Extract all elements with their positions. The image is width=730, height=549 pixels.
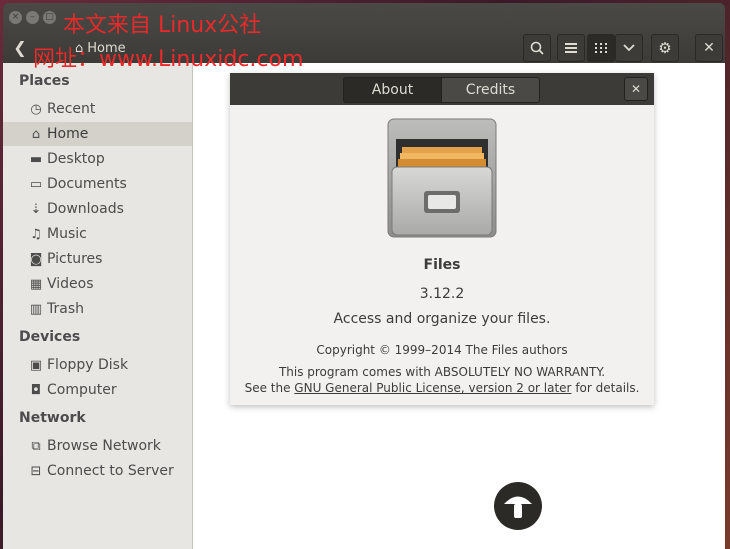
- sidebar-item-label: Desktop: [47, 151, 105, 167]
- warranty-text: This program comes with ABSOLUTELY NO WA…: [278, 365, 606, 379]
- sidebar-item-downloads[interactable]: ⇣ Downloads: [3, 197, 192, 221]
- tab-credits[interactable]: Credits: [441, 77, 540, 103]
- license-link[interactable]: GNU General Public License, version 2 or…: [294, 381, 571, 395]
- view-options-button[interactable]: [615, 34, 643, 62]
- section-title-places: Places: [19, 73, 70, 89]
- close-icon: ✕: [630, 82, 642, 96]
- folder-icon: ▬: [29, 151, 43, 167]
- mushroom-logo-icon: [494, 482, 542, 530]
- app-name: Files: [423, 257, 461, 273]
- close-button[interactable]: ✕: [695, 34, 723, 62]
- file-cabinet-icon: [387, 118, 497, 238]
- close-window-icon[interactable]: ×: [9, 11, 22, 24]
- drive-icon: ◘: [30, 382, 42, 398]
- grid-view-icon: [595, 43, 607, 53]
- watermark-line-2: 网址：www.Linuxidc.com: [33, 47, 304, 72]
- section-title-devices: Devices: [19, 329, 81, 345]
- search-button[interactable]: [523, 34, 551, 62]
- sidebar-item-label: Computer: [47, 382, 117, 398]
- window-controls: × – □: [9, 11, 56, 24]
- network-icon: ⧉: [31, 438, 41, 454]
- sidebar-item-browse-network[interactable]: ⧉ Browse Network: [3, 434, 192, 458]
- sidebar-item-computer[interactable]: ◘ Computer: [3, 378, 192, 402]
- sidebar-item-pictures[interactable]: ◙ Pictures: [3, 247, 192, 271]
- download-icon: ⇣: [30, 201, 42, 217]
- trash-icon: ▥: [29, 301, 43, 317]
- app-description: Access and organize your files.: [333, 311, 551, 327]
- grid-view-button[interactable]: [587, 34, 615, 62]
- sidebar-item-label: Documents: [47, 176, 127, 192]
- settings-button[interactable]: ⚙: [651, 34, 679, 62]
- sidebar-item-label: Pictures: [47, 251, 103, 267]
- floppy-icon: ▣: [29, 357, 43, 373]
- sidebar-item-label: Home: [47, 126, 89, 142]
- list-view-icon: [565, 43, 577, 53]
- license-suffix: for details.: [571, 381, 640, 395]
- tab-about[interactable]: About: [343, 77, 442, 103]
- minimize-window-icon[interactable]: –: [26, 11, 39, 24]
- dialog-close-button[interactable]: ✕: [624, 77, 648, 101]
- search-icon: [530, 41, 544, 55]
- sidebar-item-label: Connect to Server: [47, 463, 174, 479]
- sidebar-item-videos[interactable]: ▦ Videos: [3, 272, 192, 296]
- gear-icon: ⚙: [658, 39, 672, 57]
- brand-url: www.heiqu.com: [568, 520, 685, 535]
- sidebar-item-label: Videos: [47, 276, 94, 292]
- sidebar: Places ◷ Recent ⌂ Home ▬ Desktop ▭ Docum…: [3, 63, 193, 549]
- files-window: × – □ ❮ ⌂ Home ⚙ ✕ Places ◷ Recent ⌂ Hom…: [3, 3, 725, 549]
- sidebar-item-label: Recent: [47, 101, 96, 117]
- back-button[interactable]: ❮: [11, 37, 29, 59]
- sidebar-item-floppy[interactable]: ▣ Floppy Disk: [3, 353, 192, 377]
- sidebar-item-home[interactable]: ⌂ Home: [3, 122, 192, 146]
- sidebar-item-documents[interactable]: ▭ Documents: [3, 172, 192, 196]
- about-dialog: About Credits ✕ Files 3.12.2 Access and …: [230, 73, 654, 405]
- section-title-network: Network: [19, 410, 86, 426]
- documents-icon: ▭: [29, 176, 43, 192]
- license-prefix: See the: [244, 381, 295, 395]
- sidebar-item-music[interactable]: ♫ Music: [3, 222, 192, 246]
- close-icon: ✕: [703, 40, 715, 56]
- license-line: See the GNU General Public License, vers…: [230, 381, 654, 395]
- film-icon: ▦: [29, 276, 43, 292]
- sidebar-item-recent[interactable]: ◷ Recent: [3, 97, 192, 121]
- sidebar-item-connect-server[interactable]: ⊟ Connect to Server: [3, 459, 192, 483]
- chevron-down-icon: [623, 44, 635, 52]
- sidebar-item-label: Downloads: [47, 201, 124, 217]
- maximize-window-icon[interactable]: □: [43, 11, 56, 24]
- app-version: 3.12.2: [419, 286, 465, 302]
- brand-name: 黑区网络: [546, 486, 674, 521]
- music-icon: ♫: [30, 226, 42, 242]
- sidebar-item-label: Browse Network: [47, 438, 161, 454]
- camera-icon: ◙: [29, 251, 43, 267]
- home-icon: ⌂: [31, 126, 41, 142]
- sidebar-item-label: Trash: [47, 301, 84, 317]
- copyright-text: Copyright © 1999–2014 The Files authors: [316, 343, 568, 357]
- clock-icon: ◷: [30, 101, 42, 117]
- server-icon: ⊟: [30, 463, 42, 479]
- sidebar-item-trash[interactable]: ▥ Trash: [3, 297, 192, 321]
- sidebar-item-label: Music: [47, 226, 87, 242]
- list-view-button[interactable]: [557, 34, 585, 62]
- dialog-header: About Credits ✕: [230, 73, 654, 105]
- watermark-line-1: 本文来自 Linux公社: [63, 13, 262, 38]
- sidebar-item-label: Floppy Disk: [47, 357, 129, 373]
- sidebar-item-desktop[interactable]: ▬ Desktop: [3, 147, 192, 171]
